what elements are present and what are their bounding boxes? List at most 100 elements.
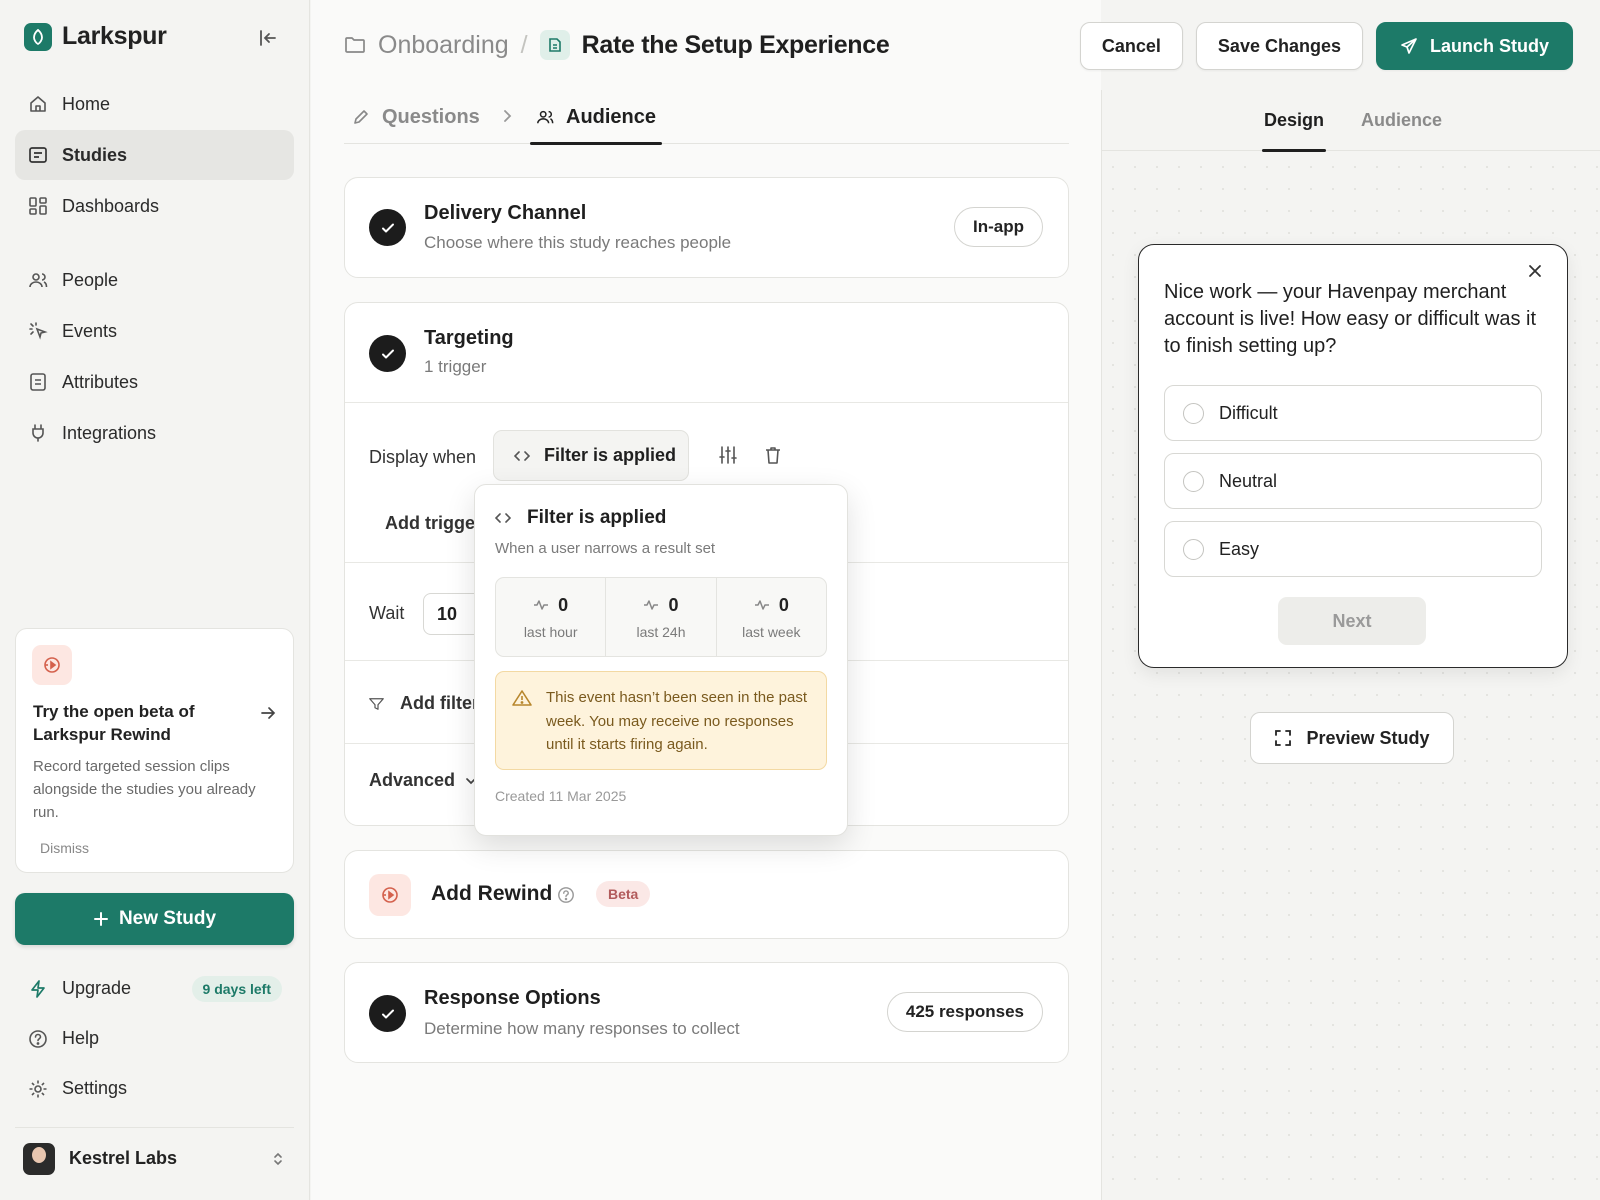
sidebar-item-label: Integrations (62, 422, 157, 443)
expand-icon (1275, 730, 1292, 746)
sidebar-item-studies[interactable]: Studies (15, 130, 294, 180)
option-label: Neutral (1219, 470, 1278, 491)
response-options-card: Response Options Determine how many resp… (344, 962, 1069, 1063)
folder-icon (344, 35, 366, 55)
sidebar-item-home[interactable]: Home (15, 79, 294, 129)
check-icon (369, 335, 406, 372)
tab-design[interactable]: Design (1261, 90, 1327, 152)
stat-value: 0 (558, 594, 569, 615)
save-changes-button[interactable]: Save Changes (1195, 22, 1363, 70)
code-icon (495, 513, 511, 523)
sidebar-item-events[interactable]: Events (15, 306, 294, 356)
card-title: Targeting (424, 327, 514, 349)
gear-icon (28, 1079, 48, 1099)
filter-icon (369, 697, 384, 710)
card-title: Response Options (424, 987, 601, 1009)
sidebar-item-attributes[interactable]: Attributes (15, 357, 294, 407)
people-icon (537, 110, 554, 124)
breadcrumb-separator: / (520, 30, 528, 59)
sidebar-item-label: Dashboards (62, 195, 160, 216)
help-icon (28, 1029, 48, 1049)
survey-option[interactable]: Easy (1164, 521, 1542, 577)
preview-panel: Design Audience Nice work — your Havenpa… (1101, 90, 1600, 1200)
chevron-right-icon (502, 108, 512, 124)
stat-label: last hour (523, 623, 578, 640)
warning-icon (512, 689, 532, 755)
launch-study-button[interactable]: Launch Study (1375, 22, 1573, 70)
events-icon (28, 321, 48, 341)
card-subtitle: 1 trigger (424, 357, 487, 376)
tab-audience[interactable]: Audience (530, 90, 663, 145)
created-date: Created 11 Mar 2025 (495, 788, 627, 804)
delivery-channel-select[interactable]: In-app (954, 207, 1043, 247)
card-subtitle: Determine how many responses to collect (424, 1019, 740, 1038)
rewind-icon (32, 645, 72, 685)
tab-questions[interactable]: Questions (352, 90, 480, 144)
new-study-button[interactable]: New Study (15, 893, 294, 945)
plug-icon (28, 423, 48, 443)
stat-last-24h: 0 last 24h (606, 578, 717, 656)
account-switcher[interactable]: Kestrel Labs (15, 1127, 294, 1189)
sidebar-item-help[interactable]: Help (15, 1014, 294, 1063)
sidebar-item-people[interactable]: People (15, 255, 294, 305)
next-button[interactable]: Next (1278, 597, 1426, 645)
promo-title: Try the open beta of Larkspur Rewind (33, 702, 195, 744)
sidebar-item-label: Help (62, 1028, 100, 1048)
cancel-button[interactable]: Cancel (1079, 22, 1183, 70)
sidebar-item-integrations[interactable]: Integrations (15, 408, 294, 458)
advanced-label: Advanced (369, 770, 456, 790)
chevron-up-down-icon (272, 1151, 284, 1167)
home-icon (28, 94, 48, 114)
rewind-promo-card[interactable]: Try the open beta of Larkspur Rewind Rec… (15, 628, 294, 873)
display-when-label: Display when (369, 447, 477, 467)
attributes-icon (28, 372, 48, 392)
sidebar-item-upgrade[interactable]: Upgrade 9 days left (15, 964, 294, 1013)
tab-audience-preview[interactable]: Audience (1361, 90, 1442, 151)
collapse-sidebar-icon[interactable] (258, 28, 278, 48)
add-filter-label: Add filter (400, 693, 479, 713)
people-icon (28, 270, 48, 290)
tab-label: Questions (382, 105, 480, 128)
add-filter-button[interactable]: Add filter (369, 693, 479, 714)
new-study-label: New Study (118, 908, 217, 929)
preview-tabs: Design Audience (1102, 90, 1600, 152)
radio-icon (1183, 538, 1204, 560)
sidebar-item-dashboards[interactable]: Dashboards (15, 181, 294, 231)
trigger-chip[interactable]: Filter is applied (493, 430, 689, 481)
trial-days-badge: 9 days left (191, 975, 282, 1002)
preview-study-button[interactable]: Preview Study (1250, 712, 1454, 764)
sliders-icon[interactable] (718, 445, 738, 465)
event-stats: 0 last hour 0 last 24h 0 last week (495, 577, 827, 657)
check-icon (369, 995, 406, 1032)
rewind-icon (369, 874, 411, 916)
close-icon[interactable] (1527, 263, 1543, 279)
response-limit-select[interactable]: 425 responses (886, 992, 1043, 1032)
help-icon[interactable] (557, 886, 575, 904)
popover-title: Filter is applied (495, 507, 666, 529)
stat-last-week: 0 last week (717, 578, 826, 656)
popover-title-text: Filter is applied (527, 507, 667, 528)
plus-icon (93, 912, 108, 926)
warning-text: This event hasn’t been seen in the past … (546, 689, 808, 753)
dismiss-button[interactable]: Dismiss (40, 840, 89, 856)
brand[interactable]: Larkspur (24, 22, 167, 51)
larkspur-logo-icon (24, 22, 52, 51)
trash-icon[interactable] (764, 445, 782, 465)
primary-nav: Home Studies Dashboards (15, 79, 294, 232)
pencil-icon (354, 110, 368, 124)
advanced-toggle[interactable]: Advanced (369, 770, 477, 791)
delivery-channel-card: Delivery Channel Choose where this study… (344, 177, 1069, 278)
sidebar-item-settings[interactable]: Settings (15, 1064, 294, 1113)
sidebar-item-label: Events (62, 320, 118, 341)
arrow-right-icon[interactable] (259, 704, 277, 722)
divider (345, 402, 1068, 403)
trigger-details-popover: Filter is applied When a user narrows a … (474, 484, 848, 836)
add-rewind-card[interactable]: Add Rewind Beta (344, 850, 1069, 939)
activity-icon (534, 600, 549, 610)
rewind-title: Add Rewind (431, 882, 553, 905)
breadcrumb-parent[interactable]: Onboarding (378, 31, 509, 60)
survey-option[interactable]: Neutral (1164, 453, 1542, 509)
sidebar: Larkspur Home Studies Dashboards People … (0, 0, 310, 1200)
add-trigger-button[interactable]: Add trigger (369, 513, 479, 534)
survey-option[interactable]: Difficult (1164, 385, 1542, 441)
